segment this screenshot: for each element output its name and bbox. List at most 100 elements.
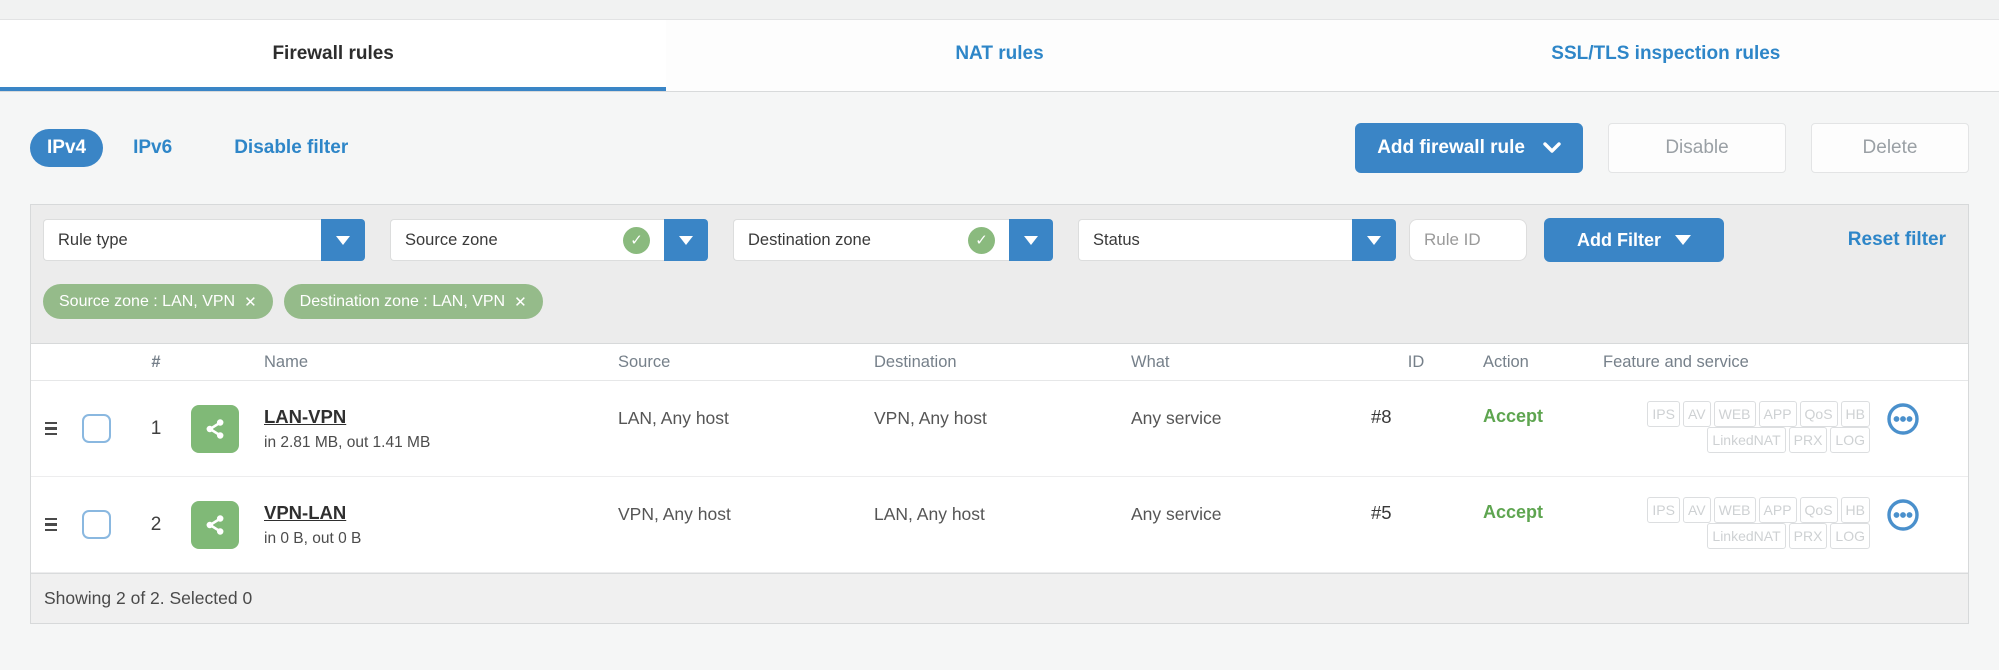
- ipv6-toggle[interactable]: IPv6: [133, 137, 172, 159]
- header-name: Name: [264, 352, 309, 371]
- row-number: 1: [150, 417, 162, 439]
- tab-nat-rules[interactable]: NAT rules: [666, 20, 1333, 91]
- feature-badge: IPS: [1647, 497, 1680, 523]
- rule-traffic: in 0 B, out 0 B: [264, 529, 362, 547]
- feature-badge: WEB: [1713, 401, 1756, 427]
- rule-id: #5: [1371, 502, 1392, 523]
- dropdown-arrow-button[interactable]: [321, 219, 365, 261]
- rule-source: LAN, Any host: [618, 408, 729, 428]
- rule-action: Accept: [1483, 406, 1544, 426]
- feature-badge: PRX: [1788, 523, 1828, 549]
- tab-firewall-rules[interactable]: Firewall rules: [0, 20, 667, 91]
- filter-chip-destination-zone[interactable]: Destination zone : LAN, VPN ✕: [283, 284, 543, 319]
- rule-type-dropdown[interactable]: Rule type: [43, 219, 365, 261]
- feature-badges: IPS AV WEB APP QoS HB LinkedNAT PRX LOG: [1644, 497, 1870, 549]
- header-id: ID: [1407, 352, 1425, 371]
- tab-label: Firewall rules: [272, 42, 394, 64]
- feature-badge: LinkedNAT: [1707, 523, 1786, 549]
- delete-button[interactable]: Delete: [1811, 123, 1969, 173]
- header-source: Source: [618, 352, 671, 371]
- feature-badge: IPS: [1647, 401, 1680, 427]
- dropdown-arrow-button[interactable]: [1009, 219, 1053, 261]
- chevron-down-icon: [1543, 142, 1561, 154]
- header-action: Action: [1483, 352, 1529, 371]
- toolbar: IPv4 IPv6 Disable filter Add firewall ru…: [30, 120, 1969, 176]
- rule-destination: VPN, Any host: [874, 408, 987, 428]
- filter-chip-label: Destination zone : LAN, VPN: [299, 292, 506, 310]
- triangle-down-icon: [1024, 235, 1038, 245]
- triangle-down-icon: [1675, 235, 1691, 245]
- table-header-row: # Name Source Destination What ID Action…: [31, 344, 1968, 381]
- add-filter-button[interactable]: Add Filter: [1544, 218, 1724, 262]
- row-menu-ellipsis-icon[interactable]: [1886, 498, 1920, 532]
- rule-type-dropdown-label: Rule type: [58, 230, 128, 249]
- add-firewall-rule-button[interactable]: Add firewall rule: [1355, 123, 1583, 173]
- dropdown-arrow-button[interactable]: [1352, 219, 1396, 261]
- feature-badge: APP: [1758, 497, 1797, 523]
- rule-id-input[interactable]: [1409, 219, 1527, 261]
- header-number: #: [151, 352, 161, 371]
- drag-handle[interactable]: [45, 517, 57, 532]
- row-checkbox[interactable]: [81, 414, 111, 443]
- chip-close-icon[interactable]: ✕: [244, 293, 257, 311]
- drag-handle[interactable]: [45, 421, 57, 436]
- rule-id: #8: [1371, 406, 1392, 427]
- share-rule-icon[interactable]: [191, 500, 239, 549]
- rule-action: Accept: [1483, 502, 1544, 522]
- destination-zone-dropdown[interactable]: Destination zone ✓: [733, 219, 1053, 261]
- disable-filter-link[interactable]: Disable filter: [234, 137, 348, 159]
- feature-badge: AV: [1682, 401, 1711, 427]
- page-top-strip: [0, 0, 1999, 20]
- feature-badge: PRX: [1788, 427, 1828, 453]
- rule-what: Any service: [1131, 408, 1222, 428]
- header-destination: Destination: [874, 352, 957, 371]
- tab-label: SSL/TLS inspection rules: [1551, 42, 1781, 64]
- rule-traffic: in 2.81 MB, out 1.41 MB: [264, 433, 431, 451]
- reset-filter-link[interactable]: Reset filter: [1848, 229, 1946, 251]
- disable-button[interactable]: Disable: [1608, 123, 1786, 173]
- check-circle-icon: ✓: [968, 226, 995, 254]
- triangle-down-icon: [1367, 235, 1381, 245]
- tab-bar: Firewall rules NAT rules SSL/TLS inspect…: [0, 20, 1999, 92]
- row-menu-ellipsis-icon[interactable]: [1886, 402, 1920, 436]
- tab-ssl-tls-inspection-rules[interactable]: SSL/TLS inspection rules: [1332, 20, 1999, 91]
- table-footer-status: Showing 2 of 2. Selected 0: [31, 573, 1968, 623]
- check-circle-icon: ✓: [623, 226, 650, 254]
- feature-badge: QoS: [1799, 401, 1838, 427]
- rule-source: VPN, Any host: [618, 504, 731, 524]
- row-checkbox[interactable]: [81, 510, 111, 539]
- filter-chip-source-zone[interactable]: Source zone : LAN, VPN ✕: [43, 284, 273, 319]
- feature-badge: WEB: [1713, 497, 1756, 523]
- ipv4-toggle[interactable]: IPv4: [30, 129, 104, 167]
- feature-badge: AV: [1682, 497, 1711, 523]
- feature-badge: LOG: [1830, 427, 1870, 453]
- feature-badge: LOG: [1830, 523, 1870, 549]
- destination-zone-dropdown-label: Destination zone: [748, 230, 871, 249]
- active-filter-chips: Source zone : LAN, VPN ✕ Destination zon…: [31, 262, 1968, 343]
- status-dropdown-label: Status: [1093, 230, 1140, 249]
- table-row: 2 VPN-LAN in 0 B, out 0 B VPN, Any host …: [31, 477, 1968, 573]
- feature-badge: HB: [1840, 497, 1870, 523]
- feature-badge: HB: [1840, 401, 1870, 427]
- feature-badges: IPS AV WEB APP QoS HB LinkedNAT PRX LOG: [1644, 401, 1870, 453]
- rules-panel: Rule type Source zone ✓ Destination zone…: [30, 204, 1969, 624]
- status-dropdown[interactable]: Status: [1078, 219, 1396, 261]
- rule-destination: LAN, Any host: [874, 504, 985, 524]
- header-what: What: [1131, 352, 1170, 371]
- chip-close-icon[interactable]: ✕: [514, 293, 527, 311]
- add-firewall-rule-label: Add firewall rule: [1377, 137, 1525, 158]
- dropdown-arrow-button[interactable]: [664, 219, 708, 261]
- triangle-down-icon: [679, 235, 693, 245]
- tab-label: NAT rules: [955, 42, 1044, 64]
- filter-row: Rule type Source zone ✓ Destination zone…: [31, 205, 1968, 262]
- firewall-rules-table: # Name Source Destination What ID Action…: [31, 343, 1968, 623]
- source-zone-dropdown[interactable]: Source zone ✓: [390, 219, 708, 261]
- rule-what: Any service: [1131, 504, 1222, 524]
- feature-badge: QoS: [1799, 497, 1838, 523]
- rule-name-link[interactable]: LAN-VPN: [264, 406, 430, 428]
- share-rule-icon[interactable]: [191, 404, 239, 453]
- filter-chip-label: Source zone : LAN, VPN: [59, 292, 236, 310]
- add-filter-label: Add Filter: [1577, 229, 1661, 250]
- rule-name-link[interactable]: VPN-LAN: [264, 502, 361, 524]
- feature-badge: APP: [1758, 401, 1797, 427]
